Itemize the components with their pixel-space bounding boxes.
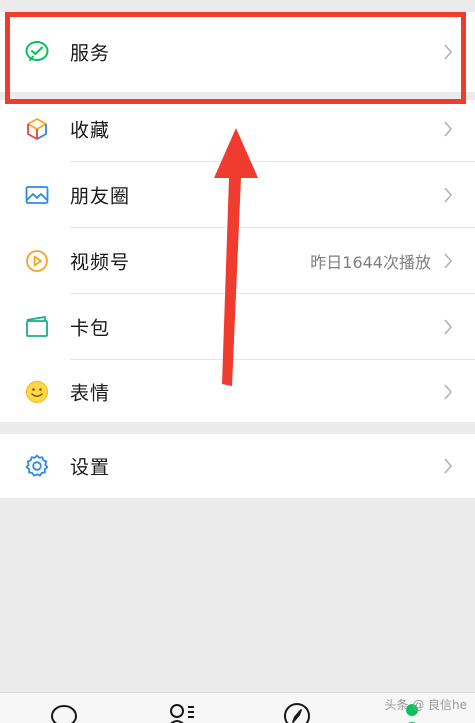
- services-group: 服务: [0, 12, 475, 92]
- menu-item-label: 服务: [70, 42, 111, 65]
- wallet-icon: [23, 313, 51, 341]
- watermark: 头条 @ 良信he: [384, 698, 467, 712]
- menu-item-card-wallet[interactable]: 卡包: [0, 294, 475, 360]
- menu-item-services[interactable]: 服务: [0, 19, 475, 85]
- tab-discover[interactable]: [281, 701, 313, 723]
- menu-item-stickers[interactable]: 表情: [0, 359, 475, 425]
- wechat-me-screen: 服务 收藏 朋友圈 视频号 昨日1644次播放 卡包 表情 设置 头条 @ 良信…: [0, 0, 475, 723]
- wechat-pay-check-icon: [23, 38, 51, 66]
- top-spacer: [0, 0, 475, 12]
- picture-icon: [23, 181, 51, 209]
- menu-item-label: 表情: [70, 382, 111, 405]
- tab-chats[interactable]: [48, 701, 80, 723]
- cube-icon: [23, 115, 51, 143]
- chevron-right-icon: [444, 44, 453, 60]
- compass-icon: [284, 703, 310, 723]
- menu-item-label: 朋友圈: [70, 185, 131, 208]
- gear-icon: [23, 452, 51, 480]
- tab-contacts[interactable]: [164, 701, 196, 723]
- menu-item-settings[interactable]: 设置: [0, 434, 475, 498]
- smiley-icon: [23, 378, 51, 406]
- menu-item-label: 收藏: [70, 119, 111, 142]
- chevron-right-icon: [444, 384, 453, 400]
- menu-item-label: 视频号: [70, 251, 131, 274]
- chevron-right-icon: [444, 253, 453, 269]
- menu-item-favorites[interactable]: 收藏: [0, 96, 475, 162]
- chat-bubble-icon: [51, 705, 77, 723]
- channels-play-count: 昨日1644次播放: [310, 253, 431, 272]
- play-circle-icon: [23, 247, 51, 275]
- settings-group: 设置: [0, 434, 475, 498]
- chevron-right-icon: [444, 121, 453, 137]
- menu-item-label: 卡包: [70, 317, 111, 340]
- chevron-right-icon: [444, 187, 453, 203]
- menu-item-channels[interactable]: 视频号 昨日1644次播放: [0, 228, 475, 294]
- menu-item-moments[interactable]: 朋友圈: [0, 162, 475, 228]
- chevron-right-icon: [444, 319, 453, 335]
- menu-item-label: 设置: [70, 456, 111, 479]
- chevron-right-icon: [444, 458, 453, 474]
- contacts-icon: [170, 704, 194, 723]
- features-group: 收藏 朋友圈 视频号 昨日1644次播放 卡包 表情: [0, 100, 475, 422]
